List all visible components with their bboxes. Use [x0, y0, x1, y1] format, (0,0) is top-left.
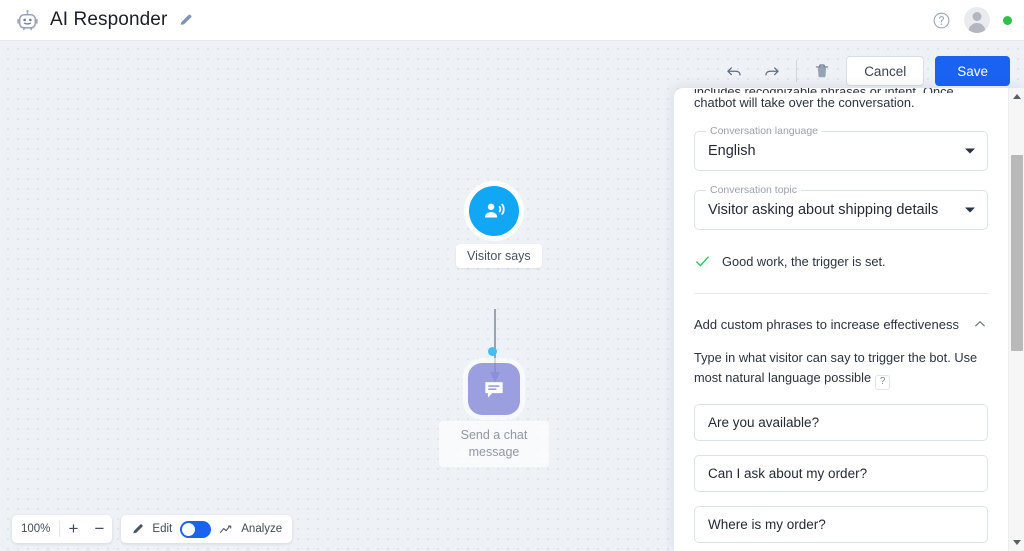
conversation-language-select[interactable]: Conversation language English [694, 125, 988, 172]
toggle-knob [182, 522, 196, 536]
panel-intro-line: chatbot will take over the conversation. [694, 95, 915, 110]
scroll-thumb[interactable] [1011, 155, 1023, 351]
custom-phrases-accordion[interactable]: Add custom phrases to increase effective… [694, 316, 988, 332]
canvas-action-bar: Cancel Save [721, 56, 1010, 86]
panel-scroll-content: includes recognizable phrases or intent.… [674, 88, 1008, 551]
node-visitor-says[interactable] [469, 186, 519, 236]
panel-intro-text: includes recognizable phrases or intent.… [694, 88, 988, 112]
avatar-body [968, 23, 986, 33]
analyze-mode-label[interactable]: Analyze [241, 523, 282, 535]
trend-line-icon [219, 522, 234, 537]
scroll-up-triangle [1013, 94, 1021, 99]
edit-mode-label[interactable]: Edit [152, 523, 172, 535]
trigger-status-row: Good work, the trigger is set. [694, 253, 988, 270]
undo-arrow-icon[interactable] [721, 58, 747, 84]
help-circle-icon[interactable] [932, 11, 951, 30]
zoom-controls: 100% + − [12, 515, 113, 543]
panel-intro-clipped-line: includes recognizable phrases or intent.… [694, 88, 988, 93]
trigger-status-text: Good work, the trigger is set. [722, 254, 886, 270]
scroll-down-triangle [1013, 540, 1021, 545]
robot-icon [14, 7, 40, 33]
custom-phrases-hint-text: Type in what visitor can say to trigger … [694, 350, 978, 386]
scroll-down-icon[interactable] [1009, 534, 1024, 551]
edit-analyze-toggle[interactable] [180, 520, 212, 538]
pencil-icon [131, 522, 145, 536]
toolbar-divider [796, 60, 798, 82]
zoom-level-label: 100% [21, 523, 51, 535]
help-badge-icon[interactable]: ? [875, 374, 891, 390]
conversation-topic-value: Visitor asking about shipping details [708, 202, 939, 219]
conversation-language-value: English [708, 143, 756, 160]
zoom-out-button[interactable]: − [86, 515, 112, 543]
node-visitor-says-label[interactable]: Visitor says [456, 244, 542, 268]
chevron-down-icon [965, 148, 975, 154]
pencil-icon[interactable] [178, 12, 195, 29]
redo-arrow-icon[interactable] [758, 58, 784, 84]
node-send-chat-message[interactable] [468, 363, 520, 415]
panel-scrollbar[interactable] [1008, 88, 1024, 551]
save-button[interactable]: Save [935, 56, 1010, 86]
canvas-bottom-toolbar: 100% + − Edit Analyze [12, 515, 293, 543]
app-header: AI Responder [0, 0, 1024, 41]
avatar-head [972, 12, 982, 21]
scroll-up-icon[interactable] [1009, 88, 1024, 105]
conversation-language-label: Conversation language [706, 125, 822, 138]
chevron-down-icon [965, 207, 975, 213]
trigger-settings-panel: includes recognizable phrases or intent.… [674, 88, 1024, 551]
avatar[interactable] [964, 7, 990, 33]
zoom-in-button[interactable]: + [60, 515, 86, 543]
page-title: AI Responder [50, 9, 168, 30]
status-indicator-dot [1003, 15, 1012, 25]
chat-bubble-icon [485, 382, 503, 398]
custom-phrases-hint: Type in what visitor can say to trigger … [694, 348, 988, 390]
trash-icon[interactable] [809, 58, 835, 84]
flow-connector-dot[interactable] [488, 347, 497, 356]
check-icon [694, 253, 711, 270]
mode-switch-group: Edit Analyze [121, 515, 293, 543]
conversation-topic-select[interactable]: Conversation topic Visitor asking about … [694, 184, 988, 231]
visitor-speaking-icon [484, 203, 505, 218]
phrase-input-1[interactable]: Are you available? [694, 403, 988, 441]
phrase-input-3[interactable]: Where is my order? [694, 505, 988, 543]
header-right-controls [932, 7, 1012, 33]
cancel-button[interactable]: Cancel [846, 56, 925, 86]
conversation-topic-label: Conversation topic [706, 184, 801, 197]
chevron-up-icon [972, 316, 988, 332]
phrase-input-2[interactable]: Can I ask about my order? [694, 454, 988, 492]
custom-phrases-accordion-title: Add custom phrases to increase effective… [694, 316, 959, 332]
node-send-chat-message-label[interactable]: Send a chat message [439, 421, 549, 467]
panel-divider [694, 293, 988, 295]
